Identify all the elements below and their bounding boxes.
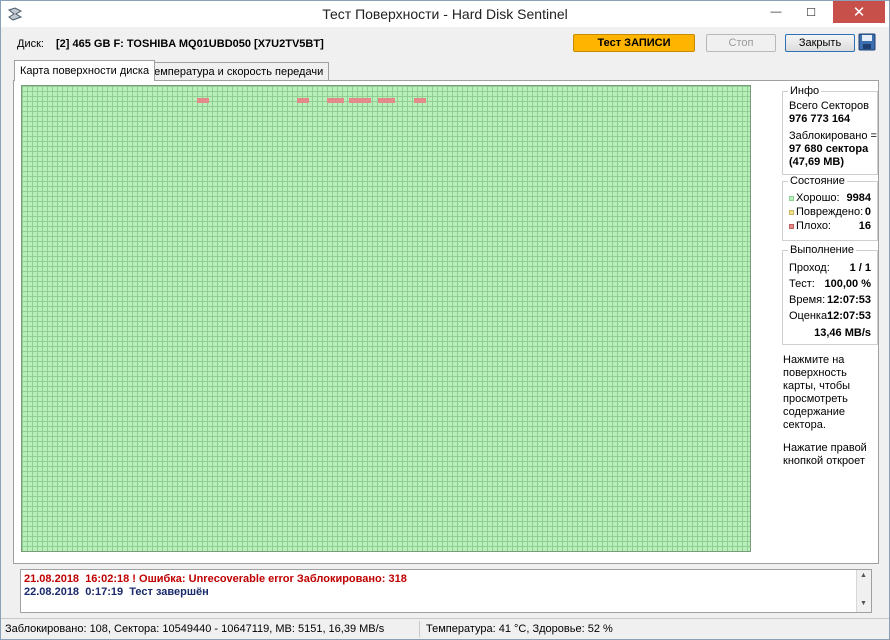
good-row: Хорошо: 9984 [789, 192, 871, 204]
click-hint: Нажмите на поверхность карты, чтобы прос… [783, 354, 851, 431]
log-entry-done: 22.08.2018 0:17:19 Тест завершён [24, 586, 209, 598]
test-row: Тест: 100,00 % [789, 278, 871, 290]
info-title: Инфо [788, 85, 822, 97]
log-scrollbar[interactable]: ▲ ▼ [856, 570, 871, 612]
log-time: 0:17:19 [85, 586, 124, 598]
test-window: Тест Поверхности - Hard Disk Sentinel — … [0, 0, 890, 640]
estimate-value: 12:07:53 [826, 310, 871, 322]
scroll-up-icon[interactable]: ▲ [860, 572, 867, 579]
damaged-swatch [789, 209, 794, 215]
close-window-button[interactable]: ✕ [833, 1, 885, 23]
minimize-button[interactable]: — [761, 1, 791, 23]
stop-button[interactable]: Стоп [706, 34, 776, 52]
bad-value: 16 [858, 220, 871, 232]
maximize-button[interactable]: ☐ [796, 1, 826, 23]
log-entry-error: 21.08.2018 16:02:18 ! Ошибка: Unrecovera… [24, 573, 407, 585]
right-click-hint: Нажатие правой кнопкой откроет [783, 442, 867, 467]
tab-surface-map[interactable]: Карта поверхности диска [14, 60, 156, 81]
speed-value: 13,46 MB/s [814, 327, 871, 339]
estimate-row: Оценка: 12:07:53 [789, 310, 871, 322]
test-label: Тест: [789, 278, 815, 290]
log-date: 21.08.2018 [24, 573, 80, 585]
close-button[interactable]: Закрыть [785, 34, 855, 52]
status-bar: Заблокировано: 108, Сектора: 10549440 - … [1, 618, 889, 639]
state-title: Состояние [788, 175, 847, 187]
log-time: 16:02:18 [85, 573, 130, 585]
pass-value: 1 / 1 [849, 262, 871, 274]
blocked-size: (47,69 MB) [789, 156, 845, 168]
total-sectors-value: 976 773 164 [789, 113, 851, 125]
title-bar: Тест Поверхности - Hard Disk Sentinel — … [1, 1, 889, 27]
bad-block[interactable] [349, 98, 371, 103]
log-text: Тест завершён [129, 586, 209, 598]
status-temperature-health: Температура: 41 °C, Здоровье: 52 % [426, 623, 613, 635]
floppy-disk-icon[interactable] [858, 33, 876, 51]
event-log[interactable]: 21.08.2018 16:02:18 ! Ошибка: Unrecovera… [20, 569, 872, 613]
bad-block[interactable] [327, 98, 344, 103]
bad-row: Плохо: 16 [789, 220, 871, 232]
write-test-button[interactable]: Тест ЗАПИСИ [573, 34, 695, 52]
estimate-label: Оценка: [789, 310, 831, 322]
pass-label: Проход: [789, 262, 830, 274]
info-group: Инфо Всего Секторов 976 773 164 Заблокир… [782, 85, 878, 175]
bad-block[interactable] [378, 98, 395, 103]
test-value: 100,00 % [824, 278, 871, 290]
bad-label: Плохо: [796, 220, 831, 232]
blocked-label: Заблокировано = [789, 130, 877, 142]
time-row: Время: 12:07:53 [789, 294, 871, 306]
tab-temperature-speed[interactable]: Температура и скорость передачи [142, 62, 330, 81]
pass-row: Проход: 1 / 1 [789, 262, 871, 274]
status-blocked-info: Заблокировано: 108, Сектора: 10549440 - … [5, 623, 385, 635]
good-label: Хорошо: [796, 192, 840, 204]
time-value: 12:07:53 [826, 294, 871, 306]
execution-title: Выполнение [788, 244, 857, 256]
state-group: Состояние Хорошо: 9984 Повреждено: 0 Пло… [782, 175, 878, 241]
window-title: Тест Поверхности - Hard Disk Sentinel [322, 6, 568, 22]
bad-block[interactable] [414, 98, 426, 103]
execution-group: Выполнение Проход: 1 / 1 Тест: 100,00 % … [782, 244, 878, 345]
total-sectors-label: Всего Секторов [789, 100, 870, 112]
bad-swatch [789, 223, 794, 229]
damaged-value: 0 [864, 206, 871, 218]
disk-value: [2] 465 GB F: TOSHIBA MQ01UBD050 [X7U2TV… [56, 38, 324, 50]
status-separator [419, 621, 420, 637]
time-label: Время: [789, 294, 826, 306]
log-text: ! Ошибка: Unrecoverable error Заблокиров… [132, 573, 407, 585]
good-value: 9984 [846, 192, 871, 204]
disk-label: Диск: [17, 38, 44, 50]
good-swatch [789, 195, 794, 201]
damaged-row: Повреждено: 0 [789, 206, 871, 218]
blocked-value: 97 680 сектора [789, 143, 869, 155]
bad-block[interactable] [197, 98, 209, 103]
surface-map[interactable] [21, 85, 751, 552]
damaged-label: Повреждено: [796, 206, 864, 218]
scroll-down-icon[interactable]: ▼ [860, 600, 867, 607]
log-date: 22.08.2018 [24, 586, 80, 598]
bad-block[interactable] [297, 98, 309, 103]
